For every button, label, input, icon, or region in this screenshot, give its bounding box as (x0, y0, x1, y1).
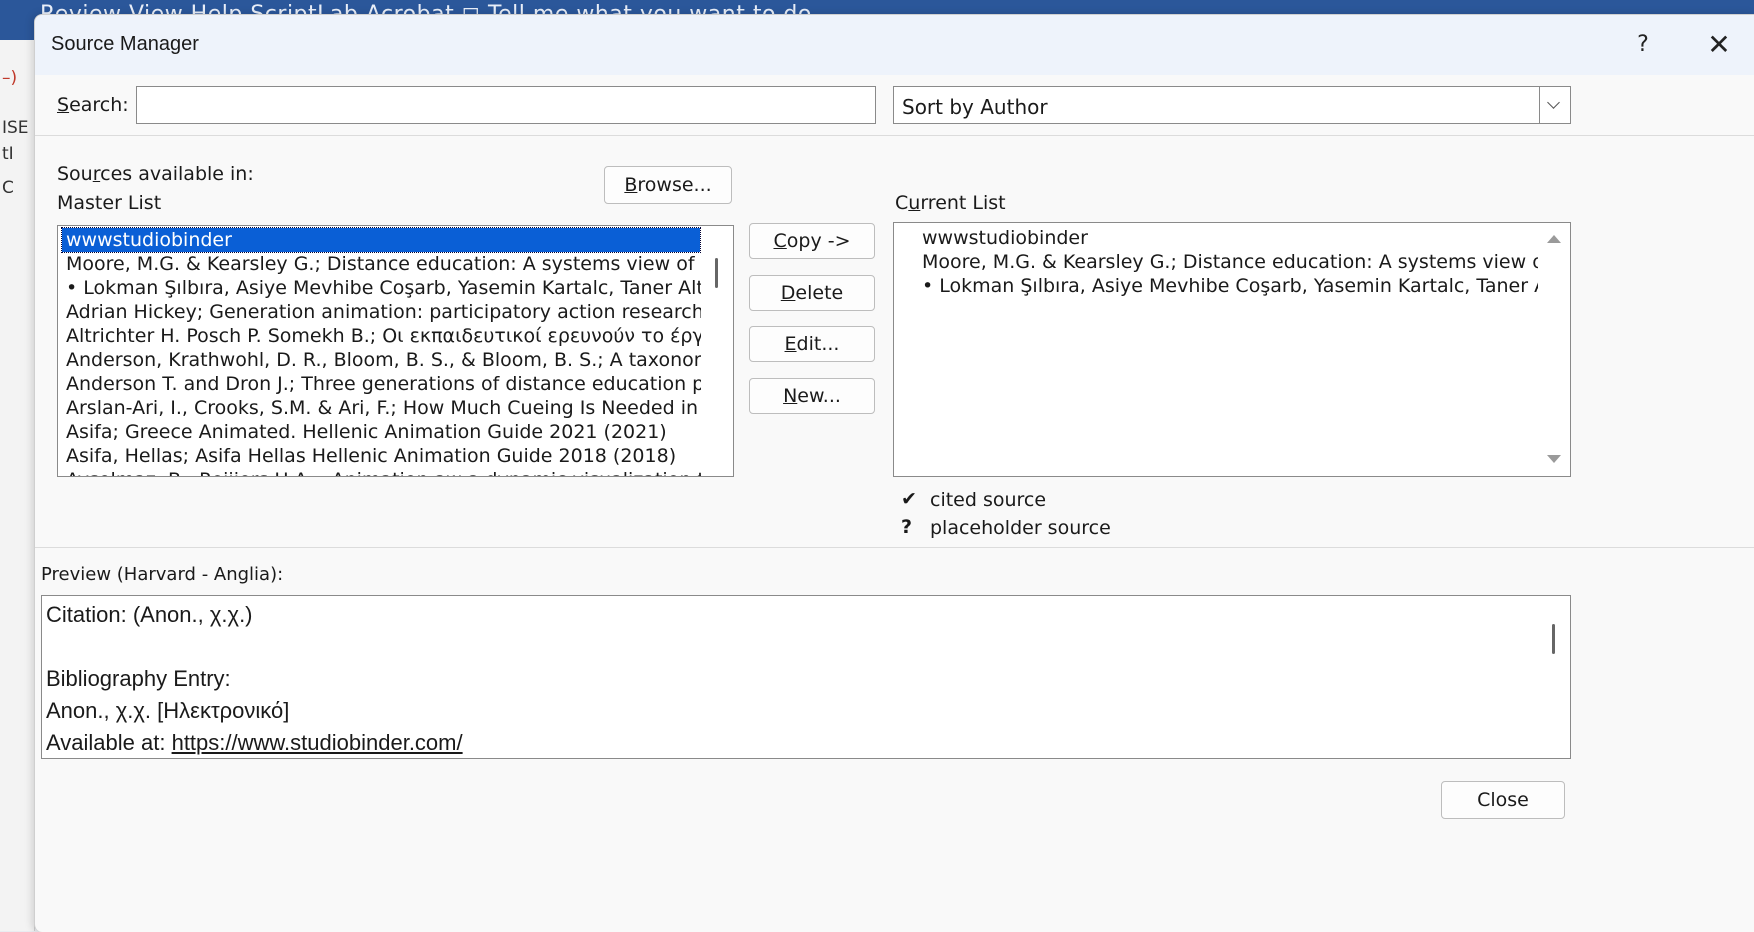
delete-button[interactable]: Delete (749, 275, 875, 311)
list-item[interactable]: Anderson, Krathwohl, D. R., Bloom, B. S.… (66, 348, 733, 372)
master-list[interactable]: wwwstudiobinder Moore, M.G. & Kearsley G… (57, 225, 734, 477)
preview-bib-heading: Bibliography Entry: (46, 666, 231, 691)
preview-bib-entry: Anon., χ.χ. [Ηλεκτρονικό] (46, 698, 290, 723)
list-item[interactable]: Asifa; Greece Animated. Hellenic Animati… (66, 420, 667, 444)
close-button[interactable]: Close (1441, 781, 1565, 819)
sort-selected-value: Sort by Author (902, 95, 1048, 119)
search-input[interactable] (136, 86, 876, 124)
doc-fragment: C (2, 178, 14, 198)
preview-pane[interactable]: Citation: (Anon., χ.χ.) Bibliography Ent… (41, 595, 1571, 759)
new-button[interactable]: New... (749, 378, 875, 414)
help-button[interactable]: ? (1615, 25, 1671, 65)
scrollbar-thumb[interactable] (715, 258, 718, 288)
current-list[interactable]: wwwstudiobinder Moore, M.G. & Kearsley G… (893, 222, 1571, 477)
title-bar: Source Manager ? ✕ (35, 15, 1754, 75)
document-edge: –) ISE tI C (0, 40, 35, 931)
divider (35, 135, 1754, 136)
cited-source-label: cited source (930, 489, 1047, 511)
list-item[interactable]: Anderson T. and Dron J.; Three generatio… (66, 372, 733, 396)
list-item[interactable]: Adrian Hickey; Generation animation: par… (66, 300, 733, 324)
question-icon: ? (901, 516, 913, 538)
scroll-up-icon[interactable] (1547, 235, 1561, 243)
list-item[interactable]: Altrichter H. Posch P. Somekh B.; Οι εκπ… (66, 324, 733, 348)
placeholder-source-label: placeholder source (930, 517, 1111, 539)
sources-available-label: Sources available in: (57, 163, 254, 185)
list-item[interactable]: • Lokman Şılbıra, Asiye Mevhibe Coşarb, … (922, 274, 1570, 298)
list-item[interactable]: Arslan-Ari, I., Crooks, S.M. & Ari, F.; … (66, 396, 733, 420)
chevron-down-icon[interactable] (1539, 87, 1570, 123)
preview-label: Preview (Harvard - Anglia): (41, 564, 284, 585)
preview-url-link[interactable]: https://www.studiobinder.com/ (172, 730, 463, 755)
list-item[interactable]: Aysolmaz, B., Reijiers H.A.,; Animation … (66, 468, 733, 476)
list-item[interactable]: wwwstudiobinder (61, 227, 701, 253)
checkmark-icon: ✔ (901, 488, 917, 510)
source-manager-dialog: Source Manager ? ✕ Search: Sort by Autho… (34, 14, 1754, 932)
master-list-label: Master List (57, 192, 162, 214)
list-item[interactable]: Moore, M.G. & Kearsley G.; Distance educ… (66, 252, 733, 276)
doc-fragment: –) (2, 68, 18, 88)
copy-button[interactable]: Copy -> (749, 223, 875, 259)
doc-fragment: tI (2, 144, 14, 164)
edit-button[interactable]: Edit... (749, 326, 875, 362)
current-list-scrollbar[interactable] (1538, 223, 1570, 476)
list-item[interactable]: • Lokman Şılbıra, Asiye Mevhibe Coşarb, … (66, 276, 733, 300)
sort-dropdown[interactable]: Sort by Author (893, 86, 1571, 124)
search-label: Search: (57, 94, 129, 116)
list-item[interactable]: wwwstudiobinder (922, 226, 1088, 250)
list-item[interactable]: Asifa, Hellas; Asifa Hellas Hellenic Ani… (66, 444, 676, 468)
divider (35, 547, 1754, 548)
browse-button[interactable]: Browse... (604, 166, 732, 204)
close-icon[interactable]: ✕ (1691, 25, 1747, 65)
current-list-label: Current List (895, 192, 1006, 214)
scrollbar-thumb[interactable] (1552, 624, 1555, 654)
list-item[interactable]: Moore, M.G. & Kearsley G.; Distance educ… (922, 250, 1570, 274)
scroll-down-icon[interactable] (1547, 455, 1561, 463)
preview-bib-available: Available at: https://www.studiobinder.c… (46, 730, 463, 755)
preview-citation: Citation: (Anon., χ.χ.) (46, 602, 253, 627)
dialog-title: Source Manager (51, 33, 199, 55)
master-list-scrollbar[interactable] (701, 226, 733, 476)
doc-fragment: ISE (2, 118, 29, 138)
